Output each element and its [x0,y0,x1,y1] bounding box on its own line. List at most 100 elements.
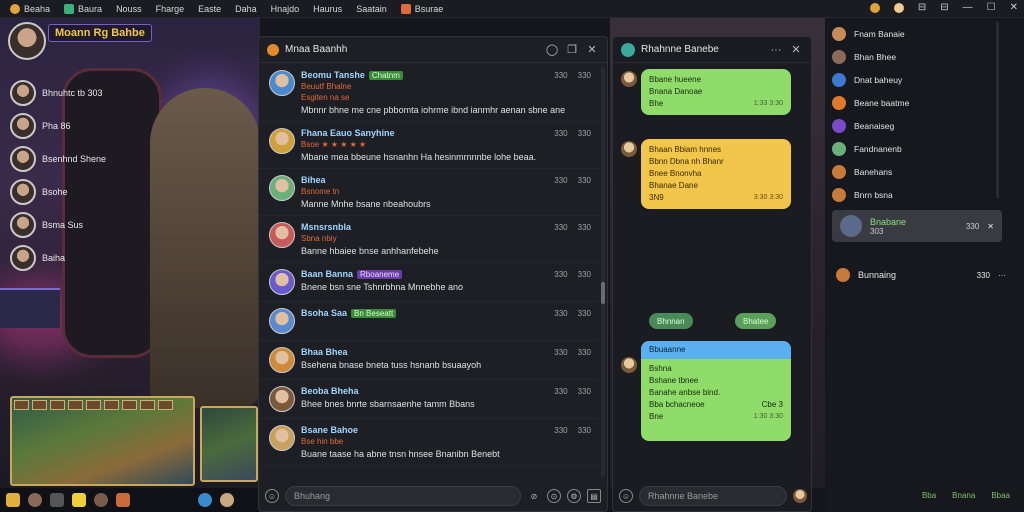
close-icon[interactable]: ✕ [585,43,599,56]
chat-message[interactable]: Baan Banna Rboaneme 330 330 Bnene bsn sne Ts… [259,263,599,302]
chat-icon [267,43,279,56]
message-subtitle: Bsnome tn [301,187,340,196]
file-icon[interactable]: ▤ [587,489,601,503]
username[interactable]: Beoba Bheha [301,386,359,396]
menu-item[interactable]: Haurus [307,1,348,17]
viewer-item[interactable]: Bsma Sus [10,212,106,238]
menu-item[interactable]: Saatain [350,1,393,17]
contact-item[interactable]: Dnat baheuy [832,68,1008,91]
more-icon[interactable]: ··· [769,44,783,56]
attach-icon[interactable]: ⊘ [527,489,541,503]
close-icon[interactable]: ✕ [987,222,994,231]
note-icon[interactable] [72,493,86,507]
tile-icon[interactable]: ⊟ [918,2,926,13]
keyboard [0,288,60,328]
chat-message[interactable]: Bihea 330 330 Bsnome tn Manne Mnhe bsane nbe… [259,169,599,216]
menu-item[interactable]: Easte [192,1,227,17]
username[interactable]: Beomu Tanshe [301,70,365,80]
scrollbar[interactable] [601,67,605,477]
menu-item[interactable]: Baura [58,1,108,17]
contact-item[interactable]: Banehans [832,160,1008,183]
emoji-icon[interactable]: ☺ [265,489,279,503]
viewer-item[interactable]: Bhnuhtc tb 303 [10,80,106,106]
selected-contact[interactable]: Bnabane 303 330 ✕ [832,210,1002,242]
user-icon[interactable] [94,493,108,507]
chat-header: Mnaa Baanhh ◯ ❐ ✕ [259,37,607,63]
close-icon[interactable]: ✕ [1010,2,1018,13]
avatar [621,71,637,87]
settings-icon[interactable]: ⚙ [567,489,581,503]
app-icon[interactable] [50,493,64,507]
emoji-icon[interactable]: ☺ [619,489,633,503]
menu-item[interactable]: Fharge [150,1,191,17]
username[interactable]: Bsane Bahoe [301,425,358,435]
viewer-item[interactable]: Bsohe [10,179,106,205]
avatar-icon[interactable] [220,493,234,507]
viewer-item[interactable]: Bsenhnd Shene [10,146,106,172]
avatar [269,70,295,96]
contact-item[interactable]: Fandnanenb [832,137,1008,160]
contact-item[interactable]: Beane baatme [832,91,1008,114]
chat-message[interactable]: Bhaa Bhea 330 330 Bsehena bnase bneta tuss … [259,341,599,380]
coin-icon[interactable] [869,2,880,13]
username[interactable]: Bhaa Bhea [301,347,348,357]
chat-message[interactable]: Msnsrsnbla 330 330 Sbna nbiy Banne hbaiee bn… [259,216,599,263]
folder-icon[interactable] [6,493,20,507]
username[interactable]: Bihea [301,175,326,185]
message-icon[interactable]: ◯ [545,43,559,56]
streamer-avatar[interactable] [8,22,46,60]
game-view[interactable] [10,396,195,486]
contact-item[interactable]: Fnam Banaie [832,22,1008,45]
message-text: Bhee bnes bnrte sbarnsaenhe tamm Bbans [301,399,475,409]
username[interactable]: Fhana Eauo Sanyhine [301,128,395,138]
gif-icon[interactable]: ⊙ [547,489,561,503]
message-subtitle: Esgiten na se [301,93,350,102]
maximize-icon[interactable]: ☐ [987,2,996,13]
minimize-icon[interactable]: — [963,2,973,13]
dm-input-bar: ☺ Rhahnne Banebe [619,485,807,507]
contact-item[interactable]: Bnrn bsna [832,183,1008,206]
contact-item[interactable]: Beanaiseg [832,114,1008,137]
contact-item[interactable]: Bunnaing 330 ··· [836,268,1006,282]
chat-message[interactable]: Beoba Bheha 330 330 Bhee bnes bnrte sbarnsa… [259,380,599,419]
layout-icon[interactable]: ⊟ [940,2,948,13]
message-count: 330 [577,175,591,185]
message-bubble: Bbuaanne Bshna Bshane tbnee Banahe anbse… [641,341,791,441]
close-icon[interactable]: ✕ [789,43,803,56]
chat-message[interactable]: Fhana Eauo Sanyhine 330 330 Bsoe ★ ★ ★ ★ ★ M… [259,122,599,169]
menu-item[interactable]: Bsurae [395,1,450,17]
chat-message[interactable]: Bsane Bahoe 330 330 Bse hin bbe Buane taase … [259,419,599,466]
chat-input-bar: ☺ Bhuhang ⊘ ⊙ ⚙ ▤ [265,485,601,507]
contact-name: Fandnanenb [854,143,902,154]
profile-icon[interactable] [893,2,904,13]
chat-message[interactable]: Beomu Tanshe Chatnm 330 330 Beuutf Bhalne Esg… [259,64,599,122]
chat-input[interactable]: Bhuhang [285,486,521,506]
menu-item[interactable]: Beaha [4,1,56,17]
viewer-item[interactable]: Baiha [10,245,106,271]
contact-item[interactable]: Bhan Bhee [832,45,1008,68]
scrollbar[interactable] [996,22,999,198]
status-pill[interactable]: Bhatee [735,313,777,329]
app-icon[interactable] [116,493,130,507]
minimap[interactable] [200,406,258,482]
chat-message[interactable]: Bsoha Saa Bn Beseatt 330 330 [259,302,599,341]
browser-icon[interactable] [198,493,212,507]
viewer-item[interactable]: Pha 86 [10,113,106,139]
dm-input[interactable]: Rhahnne Banebe [639,486,787,506]
menu-item[interactable]: Hnajdo [265,1,306,17]
copy-icon[interactable]: ❐ [565,43,579,56]
avatar [840,215,862,237]
scrollbar-thumb[interactable] [601,282,605,304]
message-count: 330 [577,386,591,396]
username[interactable]: Msnsrsnbla [301,222,351,232]
more-icon[interactable]: ··· [998,271,1006,280]
avatar [269,128,295,154]
message-subtitle: Sbna nbiy [301,234,337,243]
menu-item[interactable]: Daha [229,1,263,17]
username[interactable]: Baan Banna [301,269,353,279]
status-pill[interactable]: Bhnnan [649,313,693,329]
username[interactable]: Bsoha Saa [301,308,347,318]
avatar-icon[interactable] [28,493,42,507]
menu-item[interactable]: Nouss [110,1,148,17]
dm-header: Rhahnne Banebe ··· ✕ [613,37,811,63]
